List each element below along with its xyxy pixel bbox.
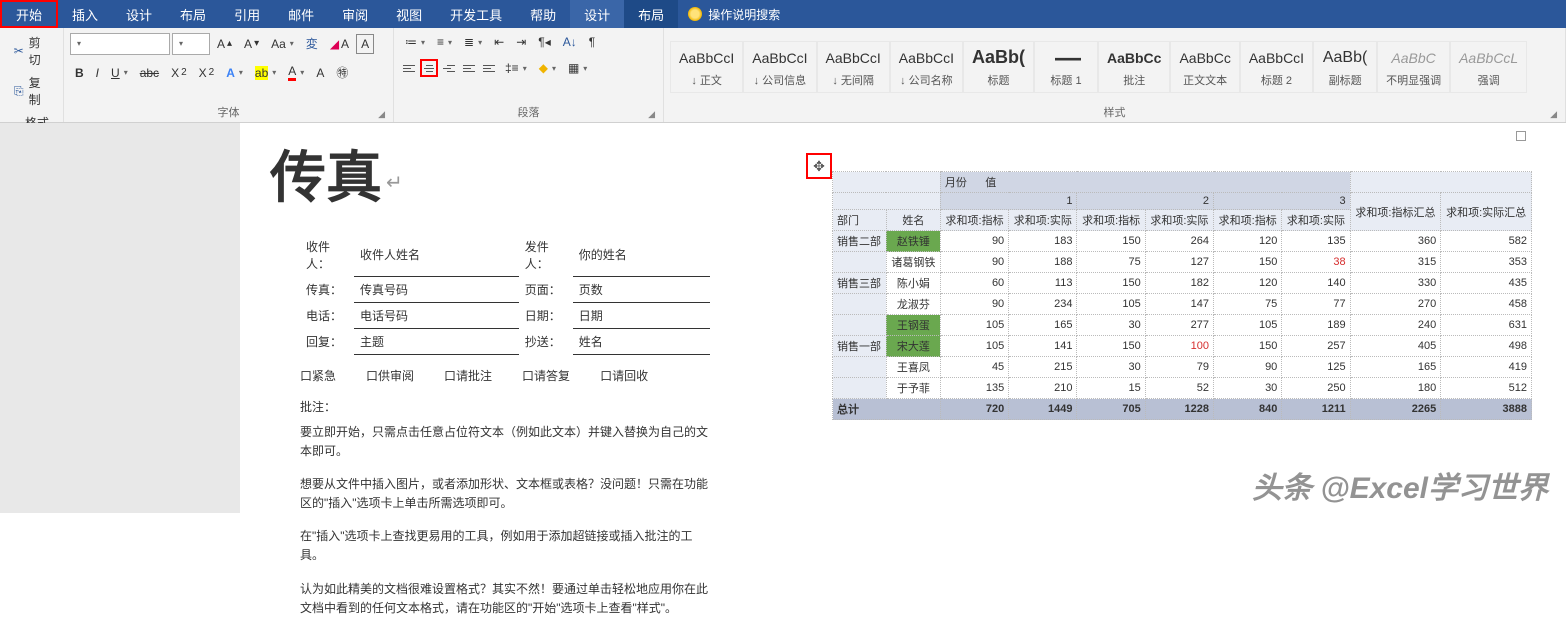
align-center-button[interactable]	[420, 59, 438, 77]
grow-font-button[interactable]: A▴	[212, 34, 237, 54]
sort-button[interactable]: A↓	[558, 32, 582, 52]
tab-view[interactable]: 视图	[382, 0, 436, 28]
clear-format-button[interactable]: ◢A	[325, 34, 354, 54]
change-case-button[interactable]: Aa▾	[266, 34, 299, 54]
align-right-button[interactable]	[440, 59, 458, 77]
borders-button[interactable]: ▦▾	[563, 58, 592, 78]
checkbox-row: 口紧急口供审阅口请批注口请答复口请回收	[300, 367, 790, 384]
styles-launcher-icon[interactable]: ◢	[1550, 109, 1557, 120]
style-item[interactable]: AaBbCcI标题 2	[1240, 41, 1313, 93]
increase-indent-button[interactable]: ⇥	[511, 32, 531, 52]
tab-design[interactable]: 设计	[112, 0, 166, 28]
tab-insert[interactable]: 插入	[58, 0, 112, 28]
para-launcher-icon[interactable]: ◢	[648, 109, 655, 120]
style-item[interactable]: AaBbCc批注	[1098, 41, 1170, 93]
paragraph-group-label: 段落◢	[400, 102, 657, 122]
font-size-combo[interactable]: ▾	[172, 33, 210, 55]
tab-table-layout[interactable]: 布局	[624, 0, 678, 28]
tab-home[interactable]: 开始	[0, 0, 58, 28]
pivot-table[interactable]: 月份 值123求和项:指标汇总求和项:实际汇总部门姓名求和项:指标求和项:实际求…	[832, 171, 1532, 420]
phonetic-guide-button[interactable]: 変	[301, 32, 323, 55]
justify-button[interactable]	[460, 59, 478, 77]
font-color-button[interactable]: A▾	[283, 61, 309, 84]
style-item[interactable]: AaBbCcI↓ 正文	[670, 41, 743, 93]
right-document-page: 月份 值123求和项:指标汇总求和项:实际汇总部门姓名求和项:指标求和项:实际求…	[790, 123, 1566, 513]
tab-mailings[interactable]: 邮件	[274, 0, 328, 28]
page-gutter	[0, 123, 240, 513]
text-effects-button[interactable]: A▾	[221, 63, 248, 83]
show-marks-button[interactable]: ¶	[584, 32, 600, 52]
tell-me-search[interactable]: 操作说明搜索	[678, 0, 790, 28]
style-item[interactable]: AaBbC不明显强调	[1377, 41, 1450, 93]
shading-button[interactable]: ◆▾	[534, 58, 561, 78]
cut-button[interactable]: 剪切	[6, 31, 57, 71]
superscript-button[interactable]: X2	[194, 63, 220, 83]
numbering-button[interactable]: ≡▾	[432, 32, 457, 52]
style-item[interactable]: AaBb(副标题	[1313, 41, 1377, 93]
bold-button[interactable]: B	[70, 63, 89, 83]
ltr-button[interactable]: ¶◂	[533, 32, 555, 52]
character-border-button[interactable]: A	[356, 34, 374, 54]
decrease-indent-button[interactable]: ⇤	[489, 32, 509, 52]
font-group-label: 字体◢	[70, 102, 387, 122]
distribute-button[interactable]	[480, 59, 498, 77]
enclose-char-button[interactable]: ㊕	[331, 61, 353, 84]
fax-title: 传真	[270, 133, 790, 214]
style-item[interactable]: AaBbCc正文文本	[1170, 41, 1239, 93]
tab-help[interactable]: 帮助	[516, 0, 570, 28]
align-left-button[interactable]	[400, 59, 418, 77]
copy-icon	[11, 83, 27, 99]
strikethrough-button[interactable]: abc	[135, 63, 164, 83]
scissors-icon	[11, 43, 27, 59]
styles-group-label: 样式◢	[670, 102, 1559, 122]
ribbon-tabs: 开始 插入 设计 布局 引用 邮件 审阅 视图 开发工具 帮助 设计 布局 操作…	[0, 0, 1566, 28]
tab-references[interactable]: 引用	[220, 0, 274, 28]
underline-button[interactable]: U▾	[106, 63, 133, 83]
bulb-icon	[688, 7, 702, 21]
subscript-button[interactable]: X2	[166, 63, 192, 83]
document-area: 传真 收件人：收件人姓名发件人：你的姓名传真：传真号码页面：页数电话：电话号码日…	[0, 123, 1566, 513]
italic-button[interactable]: I	[91, 63, 104, 83]
style-item[interactable]: —标题 1	[1034, 41, 1098, 93]
watermark-text: 头条 @Excel学习世界	[1252, 463, 1548, 507]
multilevel-button[interactable]: ≣▾	[459, 32, 487, 52]
style-item[interactable]: AaBbCcI↓ 公司名称	[890, 41, 963, 93]
search-placeholder: 操作说明搜索	[708, 6, 780, 23]
style-item[interactable]: AaBbCcL强调	[1450, 41, 1527, 93]
highlight-button[interactable]: ab▾	[250, 63, 281, 83]
style-item[interactable]: AaBbCcI↓ 无间隔	[817, 41, 890, 93]
ribbon: 剪切 复制 格式刷 贴板 ▾ ▾ A▴ A▾ Aa▾ 変 ◢A A B I U▾…	[0, 28, 1566, 123]
tab-developer[interactable]: 开发工具	[436, 0, 516, 28]
style-item[interactable]: AaBbCcI↓ 公司信息	[743, 41, 816, 93]
fax-form-table: 收件人：收件人姓名发件人：你的姓名传真：传真号码页面：页数电话：电话号码日期：日…	[300, 234, 710, 355]
tab-layout[interactable]: 布局	[166, 0, 220, 28]
table-move-handle[interactable]	[806, 153, 832, 179]
note-label: 批注：	[300, 398, 790, 415]
copy-button[interactable]: 复制	[6, 71, 57, 111]
styles-gallery[interactable]: AaBbCcI↓ 正文AaBbCcI↓ 公司信息AaBbCcI↓ 无间隔AaBb…	[670, 31, 1559, 102]
ruler-mark	[1516, 131, 1526, 141]
left-document-page: 传真 收件人：收件人姓名发件人：你的姓名传真：传真号码页面：页数电话：电话号码日…	[0, 123, 790, 513]
bullets-button[interactable]: ≔▾	[400, 32, 430, 52]
shrink-font-button[interactable]: A▾	[239, 34, 264, 54]
line-spacing-button[interactable]: ‡≡▾	[500, 58, 532, 78]
style-item[interactable]: AaBb(标题	[963, 41, 1034, 93]
font-launcher-icon[interactable]: ◢	[378, 109, 385, 120]
font-family-combo[interactable]: ▾	[70, 33, 170, 55]
tab-review[interactable]: 审阅	[328, 0, 382, 28]
character-shading-button[interactable]: A	[311, 63, 329, 83]
tab-table-design[interactable]: 设计	[570, 0, 624, 28]
